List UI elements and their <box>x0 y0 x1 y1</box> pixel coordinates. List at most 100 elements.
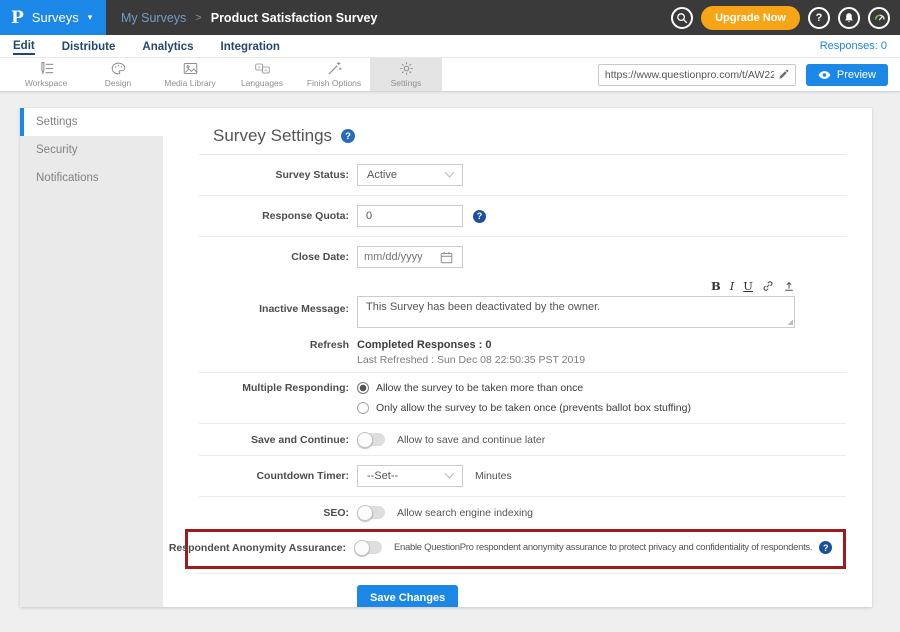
responses-count[interactable]: Responses: 0 <box>820 40 887 52</box>
nav-item-analytics[interactable]: Analytics <box>142 38 193 54</box>
notifications-button[interactable] <box>838 7 860 29</box>
survey-status-select[interactable]: Active <box>357 164 463 186</box>
tab-media-library[interactable]: Media Library <box>154 58 226 91</box>
countdown-timer-suffix: Minutes <box>475 470 512 482</box>
search-button[interactable] <box>671 7 693 29</box>
settings-card: Settings Security Notifications Survey S… <box>20 108 872 607</box>
tab-label: Settings <box>391 78 422 88</box>
tab-design[interactable]: Design <box>82 58 154 91</box>
survey-nav: Edit Distribute Analytics Integration Re… <box>0 35 900 58</box>
anonymity-highlight-box: Respondent Anonymity Assurance: Enable Q… <box>185 529 846 569</box>
search-icon <box>676 12 688 24</box>
breadcrumb-survey-title: Product Satisfaction Survey <box>211 11 378 25</box>
multiple-responding-label: Multiple Responding: <box>242 382 349 394</box>
countdown-timer-select[interactable]: --Set-- <box>357 465 463 487</box>
app-menu-surveys[interactable]: P Surveys ▾ <box>0 0 106 35</box>
save-and-continue-label: Save and Continue: <box>251 434 349 446</box>
countdown-timer-value: --Set-- <box>367 470 398 482</box>
multiple-responding-row: Multiple Responding: Allow the survey to… <box>199 373 846 423</box>
save-and-continue-toggle[interactable] <box>357 433 385 446</box>
close-date-input[interactable] <box>364 251 436 263</box>
link-icon[interactable] <box>762 280 774 292</box>
survey-status-row: Survey Status: Active <box>199 155 846 195</box>
magic-wand-icon <box>327 61 342 76</box>
seo-text: Allow search engine indexing <box>397 507 533 519</box>
rich-text-toolbar: B I U <box>711 279 795 293</box>
survey-status-label: Survey Status: <box>275 169 349 181</box>
tab-languages[interactable]: x A Languages <box>226 58 298 91</box>
refresh-row: Refresh Completed Responses : 0 Last Ref… <box>199 337 846 372</box>
tab-label: Workspace <box>25 78 67 88</box>
tab-workspace[interactable]: Workspace <box>10 58 82 91</box>
app-menu-label: Surveys <box>32 10 79 25</box>
nav-item-integration[interactable]: Integration <box>221 38 280 54</box>
page-title: Survey Settings <box>213 126 332 146</box>
settings-sidebar: Settings Security Notifications <box>20 108 163 607</box>
survey-url: https://www.questionpro.com/t/AW22Zf4yf <box>605 69 774 81</box>
radio-only-once[interactable] <box>357 402 369 414</box>
radio-only-once-label: Only allow the survey to be taken once (… <box>376 402 691 414</box>
sidebar-item-settings[interactable]: Settings <box>20 108 163 136</box>
upload-image-icon[interactable] <box>783 280 795 292</box>
survey-status-value: Active <box>367 169 397 181</box>
close-date-field[interactable] <box>357 246 463 268</box>
seo-toggle[interactable] <box>357 506 385 519</box>
response-quota-help-icon[interactable]: ? <box>473 210 486 223</box>
palette-icon <box>111 61 126 76</box>
gear-icon <box>399 61 414 76</box>
breadcrumb-my-surveys[interactable]: My Surveys <box>121 11 186 25</box>
anonymity-help-icon[interactable]: ? <box>819 541 832 554</box>
help-button[interactable]: ? <box>808 7 830 29</box>
upgrade-now-button[interactable]: Upgrade Now <box>701 6 800 30</box>
radio-allow-multiple[interactable] <box>357 382 369 394</box>
anonymity-text: Enable QuestionPro respondent anonymity … <box>394 542 812 553</box>
response-quota-input[interactable] <box>357 205 463 227</box>
preview-label: Preview <box>837 69 876 81</box>
chevron-down-icon <box>445 167 455 177</box>
nav-item-edit[interactable]: Edit <box>13 37 35 55</box>
edit-url-pencil-icon[interactable] <box>778 69 789 80</box>
sidebar-item-security[interactable]: Security <box>20 136 163 164</box>
svg-text:A: A <box>264 68 267 73</box>
inactive-message-label: Inactive Message: <box>259 303 349 315</box>
account-dashboard-button[interactable] <box>868 7 890 29</box>
anonymity-row: Respondent Anonymity Assurance: Enable Q… <box>196 541 839 554</box>
chevron-down-icon: ▾ <box>88 12 93 23</box>
refresh-link[interactable]: Refresh <box>310 339 349 351</box>
calendar-icon[interactable] <box>440 251 453 264</box>
image-icon <box>183 61 198 76</box>
underline-button[interactable]: U <box>743 279 753 293</box>
countdown-timer-row: Countdown Timer: --Set-- Minutes <box>199 456 846 496</box>
tab-finish-options[interactable]: Finish Options <box>298 58 370 91</box>
save-and-continue-row: Save and Continue: Allow to save and con… <box>199 424 846 455</box>
italic-button[interactable]: I <box>730 279 735 293</box>
workspace-icon <box>39 61 54 76</box>
radio-allow-multiple-label: Allow the survey to be taken more than o… <box>376 382 583 394</box>
bold-button[interactable]: B <box>711 279 721 293</box>
save-changes-button[interactable]: Save Changes <box>357 585 458 607</box>
nav-item-distribute[interactable]: Distribute <box>62 38 116 54</box>
tab-label: Languages <box>241 78 283 88</box>
svg-text:x: x <box>258 65 261 70</box>
close-date-label: Close Date: <box>291 251 349 263</box>
response-quota-row: Response Quota: ? <box>199 196 846 236</box>
completed-responses: Completed Responses : 0 <box>357 339 585 351</box>
sidebar-item-notifications[interactable]: Notifications <box>20 164 163 192</box>
breadcrumb: My Surveys > Product Satisfaction Survey <box>106 0 377 35</box>
tab-label: Design <box>105 78 131 88</box>
preview-button[interactable]: Preview <box>806 64 888 86</box>
breadcrumb-separator: > <box>195 12 201 24</box>
survey-settings-help-icon[interactable]: ? <box>341 129 355 143</box>
anonymity-label: Respondent Anonymity Assurance: <box>169 542 346 554</box>
tab-settings[interactable]: Settings <box>370 58 442 91</box>
survey-url-box[interactable]: https://www.questionpro.com/t/AW22Zf4yf <box>598 64 796 86</box>
anonymity-toggle[interactable] <box>354 541 382 554</box>
top-bar: P Surveys ▾ My Surveys > Product Satisfa… <box>0 0 900 35</box>
toolbar-right: https://www.questionpro.com/t/AW22Zf4yf … <box>598 58 900 91</box>
translate-icon: x A <box>255 61 270 76</box>
tab-label: Media Library <box>164 78 216 88</box>
questionpro-logo: P <box>11 8 24 28</box>
tab-label: Finish Options <box>307 78 361 88</box>
eye-icon <box>818 70 831 80</box>
inactive-message-textarea[interactable]: This Survey has been deactivated by the … <box>357 296 795 328</box>
